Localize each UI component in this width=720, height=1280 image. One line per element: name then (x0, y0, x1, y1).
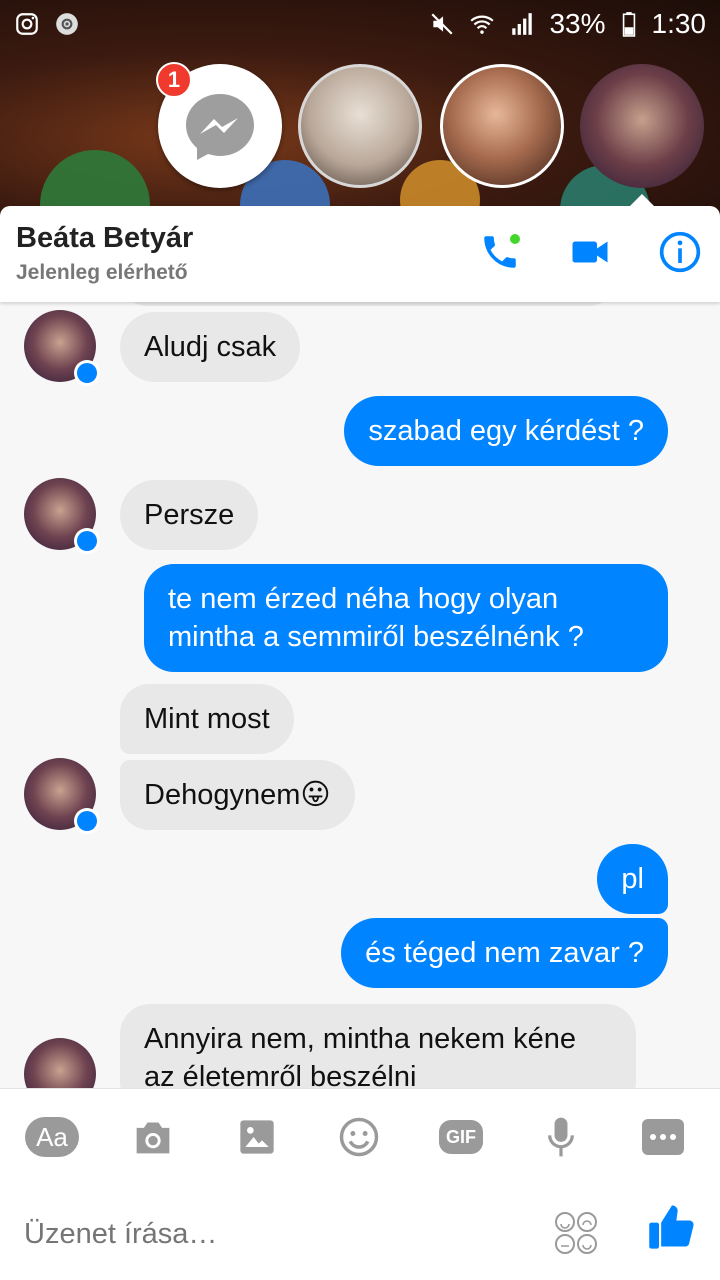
sticker-icon[interactable] (552, 1209, 600, 1257)
messenger-badge-icon (74, 360, 100, 386)
emoji-icon (339, 1117, 379, 1157)
chat-heads: 1 (0, 62, 720, 192)
gif-label: GIF (439, 1120, 483, 1154)
battery-icon (622, 12, 635, 37)
composer-toolbar: Aa GIF (0, 1109, 720, 1165)
messenger-icon (186, 94, 254, 160)
mute-icon (431, 13, 453, 35)
aa-label: Aa (25, 1117, 79, 1157)
messenger-badge-icon (74, 808, 100, 834)
message-incoming[interactable]: Persze (120, 480, 259, 550)
text-format-button[interactable]: Aa (24, 1109, 80, 1165)
instagram-icon (16, 13, 38, 35)
camera-button[interactable] (128, 1109, 178, 1165)
messenger-badge-icon (74, 528, 100, 554)
message-outgoing[interactable]: te nem érzed néha hogy olyan mintha a se… (144, 564, 668, 672)
call-button[interactable] (478, 230, 522, 274)
message-outgoing[interactable]: pl (597, 844, 668, 914)
contact-avatar[interactable] (24, 478, 100, 554)
image-icon (240, 1120, 274, 1154)
status-bar: 33% 1:30 (0, 0, 720, 48)
unread-badge: 1 (156, 62, 192, 98)
message-outgoing[interactable]: és téged nem zavar ? (341, 918, 668, 988)
emoji-button[interactable] (334, 1109, 384, 1165)
message-outgoing[interactable]: szabad egy kérdést ? (344, 396, 668, 466)
composer: Aa GIF (0, 1088, 720, 1280)
info-button[interactable] (658, 230, 702, 274)
wifi-icon (470, 15, 495, 34)
video-icon (572, 241, 608, 263)
conversation-header: Beáta Betyár Jelenleg elérhető (0, 206, 720, 302)
previous-message-edge (118, 302, 618, 306)
messenger-chat-head[interactable]: 1 (156, 62, 282, 188)
chat-head-avatar[interactable] (440, 64, 564, 188)
contact-avatar[interactable] (24, 310, 100, 386)
more-icon (642, 1119, 684, 1155)
signal-icon (512, 13, 533, 35)
battery-percent: 33% (549, 8, 606, 39)
message-incoming[interactable]: Aludj csak (120, 312, 301, 382)
camera-icon (136, 1122, 170, 1154)
like-icon[interactable] (646, 1201, 698, 1253)
info-icon (659, 231, 701, 273)
message-input[interactable] (24, 1211, 524, 1257)
message-incoming[interactable]: Annyira nem, mintha nekem kéne az életem… (120, 1004, 636, 1088)
contact-avatar[interactable] (24, 758, 100, 834)
chat-head-avatar-active[interactable] (580, 64, 704, 188)
chat-head-avatar[interactable] (298, 64, 422, 188)
disc-icon (56, 13, 78, 35)
mic-icon (548, 1117, 574, 1157)
clock: 1:30 (651, 8, 707, 39)
gif-button[interactable]: GIF (436, 1109, 486, 1165)
online-indicator (510, 234, 520, 244)
message-list[interactable]: Aludj csak szabad egy kérdést ? Persze t… (0, 302, 720, 1088)
message-incoming[interactable]: Mint most (120, 684, 294, 754)
voice-button[interactable] (536, 1109, 586, 1165)
contact-avatar[interactable] (24, 1038, 96, 1088)
more-button[interactable] (640, 1109, 686, 1165)
message-incoming[interactable]: Dehogynem😛 (120, 760, 355, 830)
video-call-button[interactable] (568, 230, 612, 274)
gallery-button[interactable] (232, 1109, 282, 1165)
